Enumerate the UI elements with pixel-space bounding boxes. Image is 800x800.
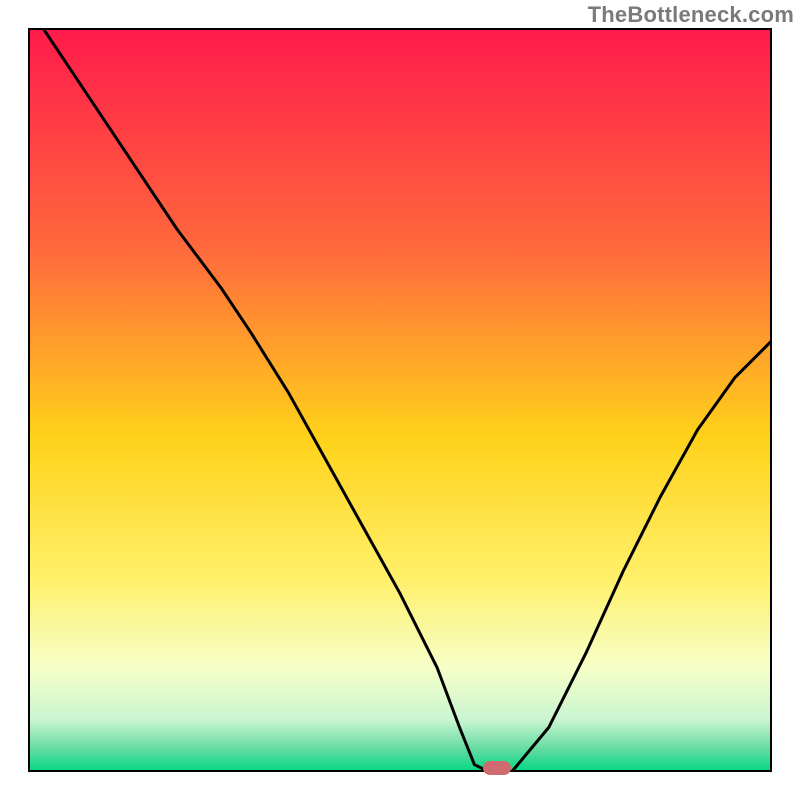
chart-container: TheBottleneck.com bbox=[0, 0, 800, 800]
watermark-text: TheBottleneck.com bbox=[588, 2, 794, 28]
optimal-marker bbox=[483, 761, 511, 775]
chart-background bbox=[28, 28, 772, 772]
chart-svg bbox=[28, 28, 772, 772]
plot-area bbox=[28, 28, 772, 772]
